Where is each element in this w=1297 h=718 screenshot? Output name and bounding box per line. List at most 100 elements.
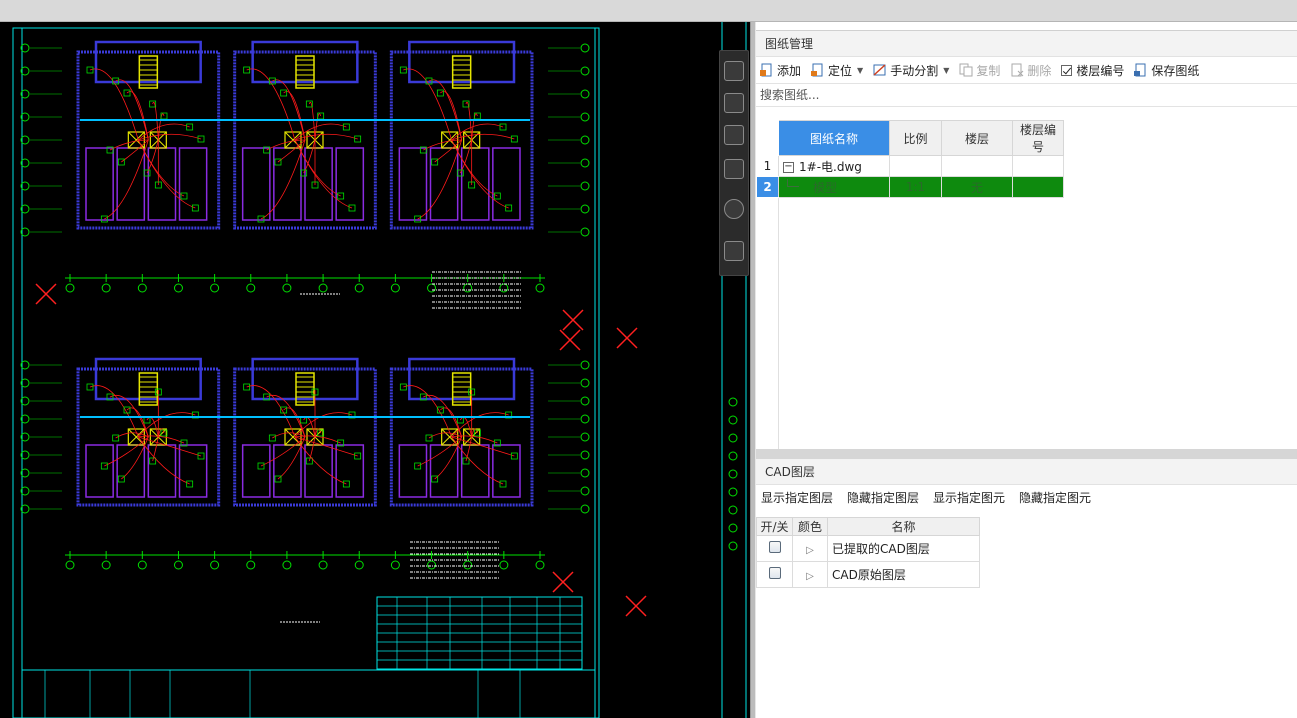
table-row-selected[interactable]: 2 模型 1:1 无 (756, 176, 1064, 198)
expand-triangle-icon[interactable]: ▷ (806, 571, 814, 582)
layer-row[interactable]: ▷ CAD原始图层 (756, 561, 980, 588)
wire (272, 432, 306, 439)
layer-toggle-cell[interactable] (756, 561, 793, 588)
wire (152, 436, 159, 462)
floor-number-cell[interactable] (1012, 155, 1064, 177)
axis-bubble (354, 283, 364, 293)
toggle-checkbox-icon[interactable] (768, 541, 781, 553)
show-element-button[interactable]: 显示指定图元 (933, 489, 1005, 506)
row-number-header (756, 120, 779, 156)
wire (308, 101, 316, 141)
title-block (21, 669, 596, 718)
column-header-color: 颜色 (792, 517, 828, 536)
axis-bubble (580, 504, 590, 514)
copy-button[interactable]: 复制 (959, 62, 1000, 79)
floor-number-cell[interactable] (1012, 176, 1064, 198)
drawing-name: 1#-电.dwg (799, 159, 862, 174)
wire (308, 436, 316, 462)
room-wall (241, 147, 271, 221)
room-wall (241, 444, 271, 498)
side-panel: 图纸管理 添加 定位 ▼ 手动分割 ▼ 复制 删除 楼层编号 保存图纸 搜索图纸… (756, 22, 1297, 718)
show-layer-button[interactable]: 显示指定图层 (761, 489, 833, 506)
wire (272, 79, 306, 141)
table-header-row: 图纸名称 比例 楼层 楼层编号 (756, 120, 1064, 156)
drawing-toolbar: 添加 定位 ▼ 手动分割 ▼ 复制 删除 楼层编号 保存图纸 (756, 57, 1297, 83)
floor-cell[interactable]: 无 (941, 176, 1013, 198)
hide-layer-button[interactable]: 隐藏指定图层 (847, 489, 919, 506)
collapse-icon[interactable]: − (783, 161, 794, 173)
wire (260, 139, 306, 220)
layers-icon[interactable] (724, 241, 744, 261)
room-wall (85, 444, 114, 498)
hide-element-button[interactable]: 隐藏指定图元 (1019, 489, 1091, 506)
rotate-icon[interactable] (724, 199, 744, 219)
view-3d-icon[interactable] (724, 93, 744, 113)
layer-color-cell[interactable]: ▷ (792, 561, 828, 588)
pan-icon[interactable] (724, 125, 744, 145)
column-header-floor-number[interactable]: 楼层编号 (1012, 120, 1064, 156)
unit-wall (251, 357, 359, 401)
layer-row[interactable]: ▷ 已提取的CAD图层 (756, 535, 980, 562)
axis-bubble (580, 396, 590, 406)
axis-bubble (173, 283, 183, 293)
add-label: 添加 (777, 63, 802, 78)
axis-bubble (282, 283, 292, 293)
axis-bubble (580, 450, 590, 460)
layer-toggle-cell[interactable] (756, 535, 793, 562)
floor-number-checkbox[interactable]: 楼层编号 (1061, 62, 1124, 79)
axis-bubble (210, 283, 220, 293)
fit-view-icon[interactable] (724, 159, 744, 179)
manual-split-button[interactable]: 手动分割 ▼ (873, 62, 949, 79)
room-wall (398, 147, 428, 221)
column-header-floor[interactable]: 楼层 (941, 120, 1013, 156)
column-header-scale[interactable]: 比例 (889, 120, 942, 156)
zoom-icon[interactable] (724, 61, 744, 81)
column-header-name[interactable]: 图纸名称 (778, 120, 890, 156)
delete-button[interactable]: 删除 (1010, 62, 1051, 79)
search-input[interactable] (756, 84, 1297, 106)
expand-triangle-icon[interactable]: ▷ (806, 545, 814, 556)
axis-bubble (580, 66, 590, 76)
save-icon (1134, 63, 1146, 77)
split-icon (873, 64, 886, 76)
axis-bubble (580, 135, 590, 145)
save-drawing-button[interactable]: 保存图纸 (1134, 62, 1199, 79)
floor-number-label: 楼层编号 (1076, 63, 1125, 78)
unit-wall (251, 40, 359, 84)
device-symbol (510, 135, 518, 143)
axis-bubble (580, 181, 590, 191)
cross-marker (552, 571, 574, 593)
axis-bubble (463, 560, 473, 570)
axis-bubble (354, 560, 364, 570)
wire (138, 436, 190, 485)
axis-bubble (580, 89, 590, 99)
table-row[interactable]: 1 −1#-电.dwg (756, 155, 1064, 177)
unit-wall (94, 40, 202, 84)
toggle-checkbox-icon[interactable] (768, 567, 781, 579)
cad-drawing-canvas[interactable] (0, 22, 750, 718)
axis-bubble (728, 523, 738, 533)
add-button[interactable]: 添加 (760, 62, 801, 79)
scale-cell[interactable] (889, 155, 942, 177)
wire (152, 101, 159, 141)
axis-bubble (580, 360, 590, 370)
axis-bubble (580, 158, 590, 168)
scale-cell[interactable]: 1:1 (889, 176, 942, 198)
floor-cell[interactable] (941, 155, 1013, 177)
axis-bubble (318, 283, 328, 293)
drawing-name-cell[interactable]: 模型 (778, 176, 890, 198)
wire (465, 436, 473, 462)
wire (115, 432, 149, 439)
locate-button[interactable]: 定位 ▼ (811, 62, 863, 79)
axis-bubble (580, 486, 590, 496)
layer-header-row: 开/关 颜色 名称 (756, 517, 980, 536)
device-symbol (510, 452, 518, 460)
wire (115, 79, 149, 141)
layer-color-cell[interactable]: ▷ (792, 535, 828, 562)
chevron-down-icon: ▼ (943, 65, 950, 75)
cad-layer-title: CAD图层 (756, 459, 1297, 485)
cad-drawing[interactable] (0, 22, 750, 718)
locate-icon (811, 63, 823, 77)
cross-marker (616, 327, 638, 349)
drawing-name-cell[interactable]: −1#-电.dwg (778, 155, 890, 177)
